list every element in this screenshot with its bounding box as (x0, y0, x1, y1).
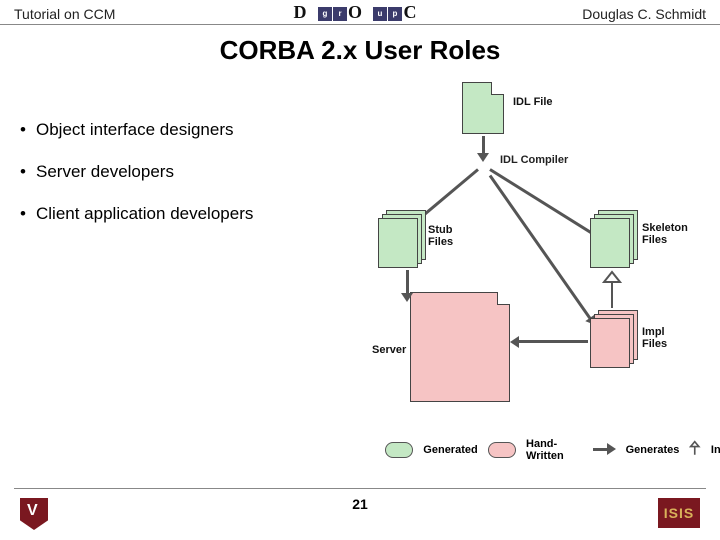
idl-file-icon (462, 82, 504, 134)
legend-hand-written: Hand-Written (526, 438, 583, 462)
isis-logo: ISIS (658, 498, 700, 528)
footer-divider (14, 488, 706, 489)
bullet-item: Client application developers (20, 204, 360, 224)
idl-file-label: IDL File (513, 96, 553, 108)
arrow-down-icon (482, 136, 485, 154)
generates-arrow-icon (593, 444, 616, 456)
vanderbilt-logo (20, 498, 48, 530)
inherits-arrow-icon (689, 440, 701, 460)
generated-swatch (385, 442, 413, 458)
bullet-list: Object interface designers Server develo… (20, 120, 360, 246)
skeleton-files-label: Skeleton Files (642, 222, 688, 246)
legend-generates: Generates (626, 444, 680, 456)
arrow-down-icon (406, 270, 409, 294)
bullet-item: Object interface designers (20, 120, 360, 140)
inherits-arrow-icon (602, 270, 622, 310)
page-number: 21 (0, 496, 720, 512)
diagram-legend: Generated Hand-Written Generates Inherit… (385, 438, 720, 462)
header-right: Douglas C. Schmidt (582, 6, 706, 22)
arrow-left-icon (518, 340, 588, 343)
doc-group-logo: D g r O u p C (293, 2, 427, 26)
stub-files-label: Stub Files (428, 224, 453, 248)
handwritten-swatch (488, 442, 516, 458)
header-left: Tutorial on CCM (14, 6, 115, 22)
server-label: Server (372, 344, 406, 356)
idl-compiler-label: IDL Compiler (500, 154, 568, 166)
corba-diagram: IDL File IDL Compiler Stub Files Skeleto… (370, 82, 700, 462)
server-icon (410, 292, 510, 402)
slide-title: CORBA 2.x User Roles (0, 35, 720, 66)
legend-inherits: Inherits (711, 444, 720, 456)
impl-files-label: Impl Files (642, 326, 667, 350)
bullet-item: Server developers (20, 162, 360, 182)
legend-generated: Generated (423, 444, 477, 456)
